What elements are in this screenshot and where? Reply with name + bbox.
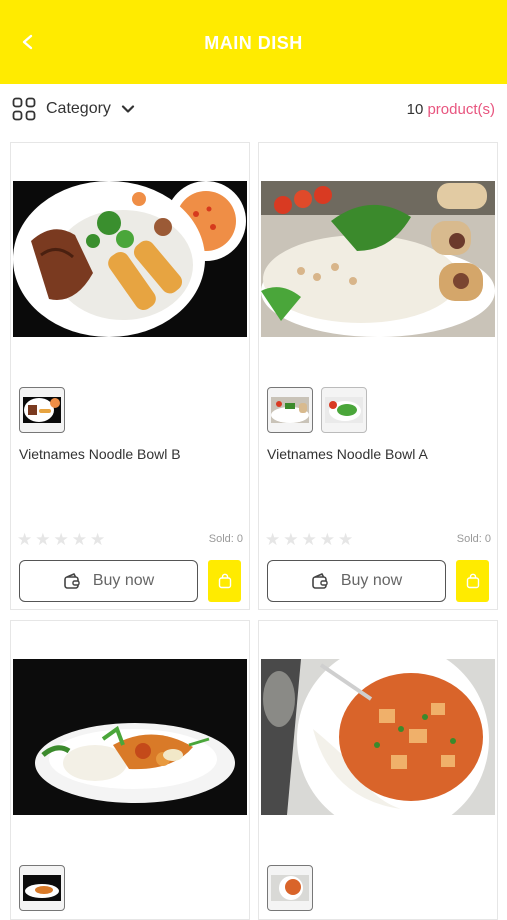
star-icon: ★ xyxy=(338,530,354,549)
star-rating: ★ ★ ★ ★ ★ xyxy=(265,531,353,549)
star-icon: ★ xyxy=(265,530,281,549)
buy-now-label: Buy now xyxy=(92,572,155,589)
product-card[interactable]: Vietnames Noodle Bowl B ★ ★ ★ ★ ★ Sold: … xyxy=(10,142,250,610)
noodle-bowl-b-thumb[interactable] xyxy=(19,387,65,433)
star-icon: ★ xyxy=(301,530,317,549)
curry-rice-thumb[interactable] xyxy=(267,865,313,911)
thumbnail-list xyxy=(19,387,65,433)
wallet-icon xyxy=(64,573,80,589)
page-title: MAIN DISH xyxy=(204,32,303,53)
product-name[interactable]: Vietnames Noodle Bowl A xyxy=(267,446,428,462)
category-label: Category xyxy=(46,100,111,117)
thumbnail-list xyxy=(19,865,65,911)
noodle-bowl-a-thumb[interactable] xyxy=(267,387,313,433)
product-card[interactable] xyxy=(258,620,498,920)
buy-now-label: Buy now xyxy=(340,572,403,589)
category-dropdown[interactable]: Category xyxy=(12,97,135,121)
app-header: MAIN DISH xyxy=(0,0,507,84)
thumbnail-list xyxy=(267,387,367,433)
chevron-left-icon xyxy=(22,34,33,50)
thumbnail-list xyxy=(267,865,313,911)
star-rating: ★ ★ ★ ★ ★ xyxy=(17,531,105,549)
product-count: 10 product(s) xyxy=(407,101,495,118)
stir-fry-rice-photo[interactable] xyxy=(13,659,247,815)
stir-fry-rice-thumb[interactable] xyxy=(19,865,65,911)
star-icon: ★ xyxy=(283,530,299,549)
curry-rice-photo[interactable] xyxy=(261,659,495,815)
shopping-bag-icon xyxy=(466,573,479,589)
star-icon: ★ xyxy=(35,530,51,549)
add-to-cart-button[interactable] xyxy=(456,560,489,602)
grid-icon xyxy=(12,97,36,121)
star-icon: ★ xyxy=(53,530,69,549)
chevron-down-icon xyxy=(121,105,135,113)
noodle-bowl-a-photo[interactable] xyxy=(261,181,495,337)
sold-count: Sold: 0 xyxy=(456,533,491,545)
star-icon: ★ xyxy=(71,530,87,549)
back-button[interactable] xyxy=(14,28,42,56)
shopping-bag-icon xyxy=(218,573,231,589)
star-icon: ★ xyxy=(319,530,335,549)
product-name[interactable]: Vietnames Noodle Bowl B xyxy=(19,446,181,462)
product-count-unit: product(s) xyxy=(427,100,495,118)
noodle-bowl-b-photo[interactable] xyxy=(13,181,247,337)
star-icon: ★ xyxy=(17,530,33,549)
buy-now-button[interactable]: Buy now xyxy=(267,560,446,602)
buy-now-button[interactable]: Buy now xyxy=(19,560,198,602)
product-card[interactable]: Vietnames Noodle Bowl A ★ ★ ★ ★ ★ Sold: … xyxy=(258,142,498,610)
product-card[interactable] xyxy=(10,620,250,920)
star-icon: ★ xyxy=(90,530,106,549)
filter-toolbar: Category 10 product(s) xyxy=(0,84,507,134)
sold-count: Sold: 0 xyxy=(208,533,243,545)
wallet-icon xyxy=(312,573,328,589)
noodle-bowl-a-thumb-2[interactable] xyxy=(321,387,367,433)
product-grid: Vietnames Noodle Bowl B ★ ★ ★ ★ ★ Sold: … xyxy=(10,142,498,920)
add-to-cart-button[interactable] xyxy=(208,560,241,602)
product-count-number: 10 xyxy=(406,100,424,118)
